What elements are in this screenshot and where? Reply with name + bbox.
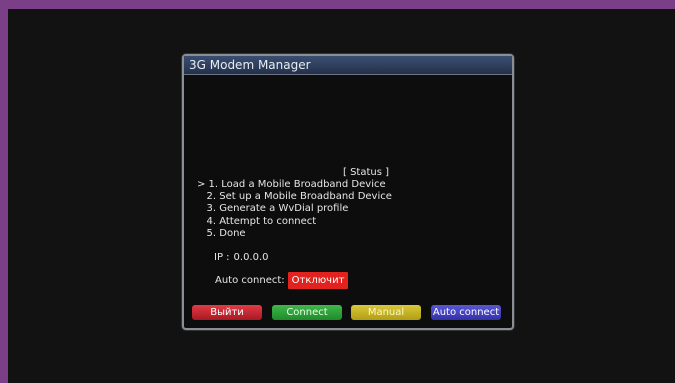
window-title: 3G Modem Manager [184, 56, 512, 75]
auto-connect-row: Auto connect: Отключит [215, 272, 349, 289]
ip-readout: IP :0.0.0.0 [214, 252, 269, 263]
connect-button[interactable]: Connect [272, 305, 342, 320]
modem-manager-window: 3G Modem Manager [ Status ] > 1. Load a … [182, 54, 514, 330]
exit-button[interactable]: Выйти [192, 305, 262, 320]
setup-menu: > 1. Load a Mobile Broadband Device 2. S… [197, 179, 392, 240]
tv-screen: 3G Modem Manager [ Status ] > 1. Load a … [8, 9, 675, 383]
menu-item-load-device[interactable]: > 1. Load a Mobile Broadband Device [197, 179, 392, 191]
auto-connect-button[interactable]: Auto connect [431, 305, 501, 320]
ip-value: 0.0.0.0 [233, 252, 269, 263]
auto-connect-label: Auto connect: [215, 275, 285, 286]
menu-item-setup-device[interactable]: 2. Set up a Mobile Broadband Device [197, 191, 392, 203]
menu-item-done[interactable]: 5. Done [197, 228, 392, 240]
ip-label: IP : [214, 252, 230, 263]
auto-connect-status-badge[interactable]: Отключит [287, 272, 349, 289]
menu-item-generate-profile[interactable]: 3. Generate a WvDial profile [197, 203, 392, 215]
manual-button[interactable]: Manual [351, 305, 421, 320]
menu-item-attempt-connect[interactable]: 4. Attempt to connect [197, 216, 392, 228]
status-label: [ Status ] [342, 167, 390, 178]
